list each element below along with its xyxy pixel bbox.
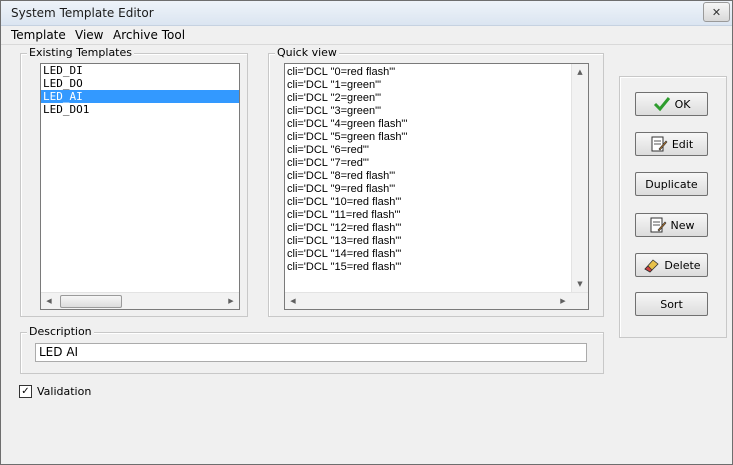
- list-item[interactable]: LED_DO: [41, 77, 239, 90]
- list-item[interactable]: LED_DO1: [41, 103, 239, 116]
- templates-list: LED_DI LED_DO LED_AI LED_DO1: [41, 64, 239, 116]
- title-bar: System Template Editor ✕: [1, 1, 732, 26]
- templates-listbox[interactable]: LED_DI LED_DO LED_AI LED_DO1 ◀ ▶: [40, 63, 240, 310]
- duplicate-label: Duplicate: [645, 177, 698, 191]
- templates-hscroll-thumb[interactable]: [60, 295, 122, 308]
- quick-view-label: Quick view: [275, 46, 339, 59]
- quick-view-line: cli='DCL "0=red flash"': [287, 66, 396, 78]
- validation-label: Validation: [37, 385, 92, 398]
- quick-view-line: cli='DCL "9=red flash"': [287, 183, 396, 195]
- scroll-up-icon[interactable]: ▲: [572, 64, 588, 80]
- window-title: System Template Editor: [11, 6, 154, 20]
- quick-view-vscroll[interactable]: ▲ ▼: [571, 64, 588, 292]
- menu-archive-tool[interactable]: Archive Tool: [113, 28, 185, 42]
- ok-button[interactable]: OK: [635, 92, 708, 116]
- quick-view-lines: cli='DCL "0=red flash"' cli='DCL "1=green…: [285, 64, 588, 274]
- edit-button[interactable]: Edit: [635, 132, 708, 156]
- description-label: Description: [27, 325, 94, 338]
- templates-hscroll[interactable]: ◀ ▶: [41, 292, 239, 309]
- new-button[interactable]: New: [635, 213, 708, 237]
- list-item[interactable]: LED_DI: [41, 64, 239, 77]
- edit-document-icon: [650, 136, 668, 152]
- new-label: New: [670, 218, 695, 232]
- sort-label: Sort: [660, 297, 683, 311]
- quick-view-line: cli='DCL "4=green flash"': [287, 118, 408, 130]
- list-item[interactable]: LED_AI: [41, 90, 239, 103]
- checkmark-icon: ✓: [21, 386, 30, 397]
- quick-view-line: cli='DCL "15=red flash"': [287, 261, 402, 273]
- quick-view-line: cli='DCL "3=green"': [287, 105, 382, 117]
- menu-template[interactable]: Template: [11, 28, 66, 42]
- close-icon: ✕: [711, 5, 722, 19]
- ok-label: OK: [674, 97, 691, 111]
- scroll-down-icon[interactable]: ▼: [572, 276, 588, 292]
- validation-checkbox[interactable]: ✓: [19, 385, 32, 398]
- quick-view-line: cli='DCL "11=red flash"': [287, 209, 401, 221]
- sort-button[interactable]: Sort: [635, 292, 708, 316]
- quick-view-line: cli='DCL "14=red flash"': [287, 248, 402, 260]
- new-document-icon: [649, 217, 667, 233]
- quick-view-line: cli='DCL "8=red flash"': [287, 170, 396, 182]
- menu-bar: Template View Archive Tool: [1, 26, 732, 45]
- quick-view-line: cli='DCL "1=green"': [287, 79, 382, 91]
- close-button[interactable]: ✕: [703, 2, 730, 22]
- checkmark-icon: [653, 96, 671, 112]
- edit-label: Edit: [671, 137, 694, 151]
- quick-view-box[interactable]: cli='DCL "0=red flash"' cli='DCL "1=green…: [284, 63, 589, 310]
- description-input[interactable]: LED AI: [35, 343, 587, 362]
- duplicate-button[interactable]: Duplicate: [635, 172, 708, 196]
- scroll-left-icon[interactable]: ◀: [41, 293, 57, 309]
- menu-view[interactable]: View: [75, 28, 103, 42]
- delete-label: Delete: [664, 258, 701, 272]
- eraser-icon: [642, 257, 660, 273]
- quick-view-line: cli='DCL "13=red flash"': [287, 235, 402, 247]
- scroll-right-icon[interactable]: ▶: [223, 293, 239, 309]
- quick-view-line: cli='DCL "2=green"': [287, 92, 382, 104]
- quick-view-line: cli='DCL "5=green flash"': [287, 131, 408, 143]
- scroll-left-icon[interactable]: ◀: [285, 293, 301, 309]
- quick-view-line: cli='DCL "12=red flash"': [287, 222, 402, 234]
- system-template-editor-window: System Template Editor ✕ Template View A…: [0, 0, 733, 465]
- scroll-right-icon[interactable]: ▶: [555, 293, 571, 309]
- quick-view-line: cli='DCL "7=red"': [287, 157, 369, 169]
- quick-view-hscroll[interactable]: ◀ ▶: [285, 292, 588, 309]
- quick-view-line: cli='DCL "6=red"': [287, 144, 369, 156]
- delete-button[interactable]: Delete: [635, 253, 708, 277]
- quick-view-line: cli='DCL "10=red flash"': [287, 196, 402, 208]
- existing-templates-label: Existing Templates: [27, 46, 134, 59]
